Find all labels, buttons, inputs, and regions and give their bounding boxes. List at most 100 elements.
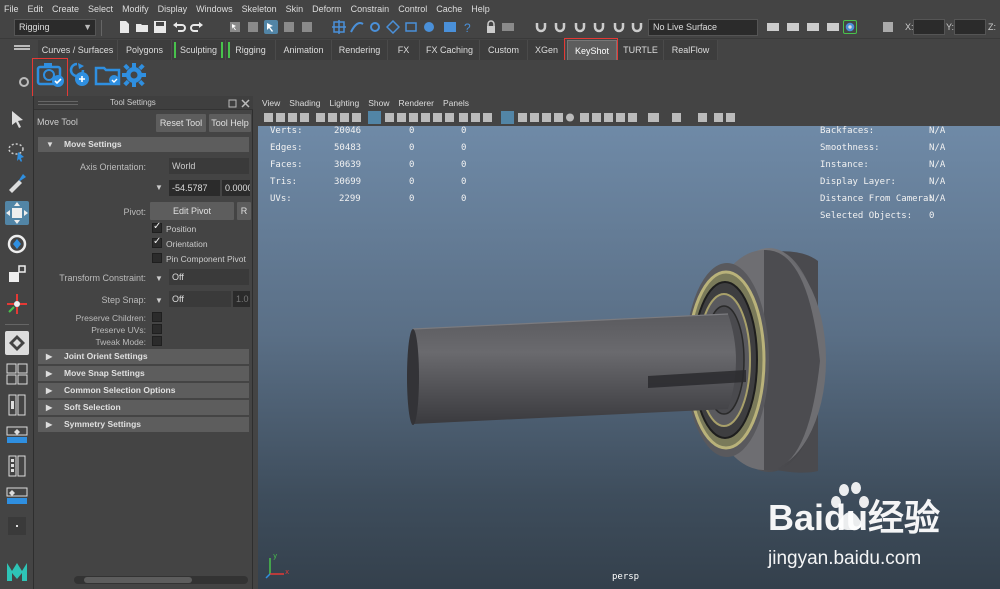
y-coord-field[interactable] <box>954 19 986 35</box>
select-tool-icon[interactable] <box>5 108 29 132</box>
common-selection-section[interactable]: ▶ Common Selection Options <box>38 383 249 398</box>
tab-turtle[interactable]: TURTLE <box>618 40 664 60</box>
x-coord-field[interactable] <box>913 19 945 35</box>
close-panel-icon[interactable] <box>241 99 250 108</box>
axis-value-field-2[interactable]: 0.0000 <box>222 180 250 196</box>
menu-windows[interactable]: Windows <box>196 4 233 14</box>
axis-value-field-1[interactable]: -54.5787 <box>169 180 220 196</box>
tab-fx-caching[interactable]: FX Caching <box>420 40 480 60</box>
tab-rendering[interactable]: Rendering <box>332 40 388 60</box>
position-checkbox[interactable] <box>152 221 162 233</box>
select-hierarchy-icon[interactable] <box>228 20 242 34</box>
menu-display[interactable]: Display <box>158 4 188 14</box>
single-perspective-layout-icon[interactable] <box>5 331 29 355</box>
tab-fx[interactable]: FX <box>388 40 420 60</box>
new-scene-icon[interactable] <box>117 20 131 34</box>
render-frame-icon[interactable] <box>443 20 457 34</box>
persp-outliner-layout-icon[interactable] <box>5 393 29 417</box>
tab-xgen[interactable]: XGen <box>528 40 566 60</box>
snap-to-view-plane-icon[interactable] <box>404 20 418 34</box>
keyshot-folder-icon[interactable] <box>94 63 122 87</box>
persp-graph-layout-icon[interactable] <box>5 423 29 447</box>
joint-orient-section[interactable]: ▶ Joint Orient Settings <box>38 349 249 364</box>
symmetry-section[interactable]: ▶ Symmetry Settings <box>38 417 249 432</box>
tab-sculpting[interactable]: Sculpting <box>172 40 226 60</box>
rotate-tool-icon[interactable] <box>5 232 29 256</box>
tab-custom[interactable]: Custom <box>480 40 528 60</box>
keyshot-settings-gear-icon[interactable] <box>121 62 147 88</box>
menu-cache[interactable]: Cache <box>436 4 462 14</box>
magnet-snap-icon-6[interactable] <box>630 20 644 34</box>
render-settings-icon[interactable] <box>826 20 840 34</box>
select-all-icon[interactable] <box>300 20 314 34</box>
snap-to-point-icon[interactable] <box>368 20 382 34</box>
float-panel-icon[interactable] <box>228 99 237 108</box>
transform-constraint-arrow-icon[interactable]: ▼ <box>155 274 163 283</box>
move-tool-icon[interactable] <box>5 201 29 225</box>
input-line-icon[interactable] <box>501 20 515 34</box>
menu-select[interactable]: Select <box>88 4 113 14</box>
select-component-icon[interactable] <box>264 20 278 34</box>
tool-help-button[interactable]: Tool Help <box>209 114 251 132</box>
toolbox-more-icon[interactable] <box>5 514 29 538</box>
preserve-uvs-checkbox[interactable] <box>152 324 162 334</box>
viewport-toolbar-icons[interactable] <box>258 109 1000 126</box>
axis-orientation-dropdown[interactable]: World <box>169 158 249 174</box>
soft-selection-section[interactable]: ▶ Soft Selection <box>38 400 249 415</box>
hypershade-icon[interactable] <box>843 20 857 34</box>
viewport-menu-panels[interactable]: Panels <box>443 98 469 108</box>
viewport-menu-view[interactable]: View <box>262 98 280 108</box>
tweak-mode-checkbox[interactable] <box>152 336 162 346</box>
lock-icon[interactable] <box>484 20 498 34</box>
tab-rigging[interactable]: Rigging <box>226 40 276 60</box>
orientation-checkbox[interactable] <box>152 236 162 248</box>
scale-tool-icon[interactable] <box>5 262 29 286</box>
lasso-tool-icon[interactable] <box>5 140 29 164</box>
help-icon[interactable]: ? <box>461 20 475 34</box>
menu-set-dropdown[interactable]: Rigging ▼ <box>14 19 96 36</box>
paint-select-tool-icon[interactable] <box>5 170 29 194</box>
render-current-frame-icon[interactable] <box>786 20 800 34</box>
render-view-icon[interactable] <box>766 20 780 34</box>
preserve-children-checkbox[interactable] <box>152 312 162 322</box>
tab-realflow[interactable]: RealFlow <box>664 40 718 60</box>
pin-component-pivot-checkbox[interactable] <box>152 253 162 263</box>
menu-create[interactable]: Create <box>52 4 79 14</box>
live-surface-field[interactable]: No Live Surface <box>648 19 758 36</box>
select-by-type-icon[interactable] <box>282 20 296 34</box>
save-scene-icon[interactable] <box>153 20 167 34</box>
reset-tool-button[interactable]: Reset Tool <box>156 114 206 132</box>
magnet-snap-icon-4[interactable] <box>592 20 606 34</box>
redo-icon[interactable] <box>190 20 204 34</box>
viewport-menu-renderer[interactable]: Renderer <box>399 98 434 108</box>
reset-pivot-button[interactable]: R <box>237 202 251 220</box>
shelf-menu-icon[interactable] <box>14 44 30 54</box>
make-live-icon[interactable] <box>422 20 436 34</box>
step-snap-amount-field[interactable]: 1.0 <box>233 291 250 307</box>
viewport-menu-lighting[interactable]: Lighting <box>329 98 359 108</box>
menu-edit[interactable]: Edit <box>28 4 44 14</box>
menu-skeleton[interactable]: Skeleton <box>242 4 277 14</box>
tab-polygons[interactable]: Polygons <box>118 40 172 60</box>
move-snap-section[interactable]: ▶ Move Snap Settings <box>38 366 249 381</box>
viewport-menu-show[interactable]: Show <box>368 98 389 108</box>
magnet-snap-icon-5[interactable] <box>612 20 626 34</box>
menu-constrain[interactable]: Constrain <box>351 4 390 14</box>
hypershade-persp-layout-icon[interactable] <box>5 454 29 478</box>
menu-help[interactable]: Help <box>471 4 490 14</box>
magnet-snap-icon-3[interactable] <box>573 20 587 34</box>
snap-to-grid-icon[interactable] <box>332 20 346 34</box>
tab-curves-surfaces[interactable]: Curves / Surfaces <box>38 40 118 60</box>
viewport-menu-shading[interactable]: Shading <box>289 98 320 108</box>
magnet-snap-icon-1[interactable] <box>534 20 548 34</box>
four-view-layout-icon[interactable] <box>5 362 29 386</box>
keyshot-render-icon[interactable] <box>36 62 66 88</box>
move-settings-section[interactable]: ▼ Move Settings <box>38 137 249 152</box>
panel-drag-handle[interactable] <box>38 100 78 106</box>
tool-settings-scrollbar[interactable] <box>74 576 248 584</box>
select-object-icon[interactable] <box>246 20 260 34</box>
keyshot-send-icon[interactable] <box>68 62 94 88</box>
open-scene-icon[interactable] <box>135 20 149 34</box>
universal-manipulator-icon[interactable] <box>5 292 29 316</box>
step-snap-arrow-icon[interactable]: ▼ <box>155 296 163 305</box>
